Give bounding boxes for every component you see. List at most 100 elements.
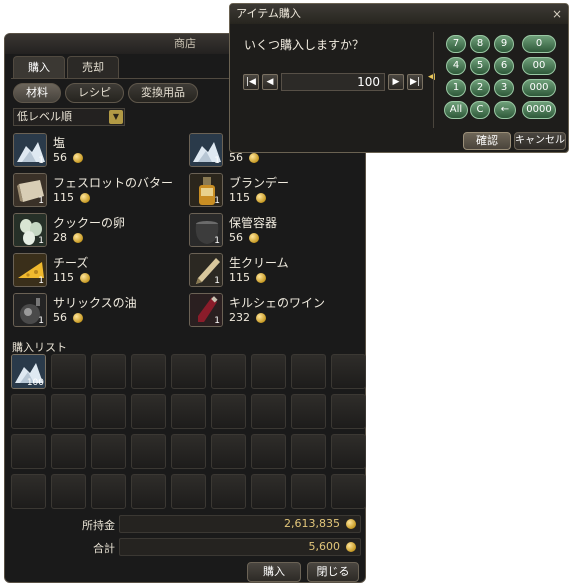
last-button[interactable]: ▶| bbox=[407, 74, 423, 90]
shop-item-brandy[interactable]: 1 ブランデー 115 bbox=[185, 171, 359, 209]
purchase-slot[interactable] bbox=[91, 394, 126, 429]
key-2[interactable]: 2 bbox=[470, 79, 490, 97]
key-5[interactable]: 5 bbox=[470, 57, 490, 75]
purchase-slot[interactable] bbox=[91, 474, 126, 509]
shop-item-cheese[interactable]: 1 チーズ 115 bbox=[9, 251, 183, 289]
close-icon[interactable]: × bbox=[552, 7, 562, 21]
key-8[interactable]: 8 bbox=[470, 35, 490, 53]
purchase-slot[interactable] bbox=[211, 474, 246, 509]
key-clear[interactable]: C bbox=[470, 101, 490, 119]
purchase-slot[interactable] bbox=[291, 474, 326, 509]
purchase-slot[interactable] bbox=[131, 474, 166, 509]
purchase-slot[interactable] bbox=[291, 434, 326, 469]
total-field: 5,600 bbox=[119, 538, 361, 556]
purchase-slot[interactable] bbox=[251, 394, 286, 429]
purchase-slot[interactable] bbox=[11, 434, 46, 469]
key-0000[interactable]: 0000 bbox=[522, 101, 556, 119]
purchase-slot[interactable] bbox=[131, 354, 166, 389]
wine-icon: 1 bbox=[189, 293, 223, 327]
subtab-recipes[interactable]: レシピ bbox=[65, 83, 124, 103]
purchase-slot[interactable] bbox=[11, 394, 46, 429]
item-name: ブランデー bbox=[229, 176, 290, 190]
coin-icon bbox=[80, 273, 90, 283]
key-1[interactable]: 1 bbox=[446, 79, 466, 97]
coin-icon bbox=[249, 233, 259, 243]
purchase-slot[interactable] bbox=[11, 474, 46, 509]
buy-button[interactable]: 購入 bbox=[247, 562, 301, 582]
purchase-slot[interactable] bbox=[171, 394, 206, 429]
cheese-icon: 1 bbox=[13, 253, 47, 287]
item-name: チーズ bbox=[53, 256, 89, 270]
key-all[interactable]: All bbox=[444, 101, 468, 119]
purchase-slot[interactable] bbox=[91, 354, 126, 389]
coin-icon bbox=[256, 193, 266, 203]
close-button[interactable]: 閉じる bbox=[307, 562, 359, 582]
purchase-slot[interactable] bbox=[291, 354, 326, 389]
purchase-slot[interactable] bbox=[51, 354, 86, 389]
shop-item-salt[interactable]: 1 塩 56 bbox=[9, 131, 183, 169]
money-value: 2,613,835 bbox=[284, 517, 340, 530]
sort-dropdown[interactable]: 低レベル順 ▼ bbox=[13, 108, 125, 126]
key-9[interactable]: 9 bbox=[494, 35, 514, 53]
purchase-slot[interactable] bbox=[291, 394, 326, 429]
key-4[interactable]: 4 bbox=[446, 57, 466, 75]
purchase-slot[interactable] bbox=[331, 394, 366, 429]
subtab-materials[interactable]: 材料 bbox=[13, 83, 61, 103]
item-price: 115 bbox=[229, 191, 266, 204]
item-price: 56 bbox=[229, 231, 259, 244]
butter-icon: 1 bbox=[13, 173, 47, 207]
coin-icon bbox=[80, 193, 90, 203]
purchase-slot[interactable] bbox=[211, 434, 246, 469]
shop-item-container[interactable]: 1 保管容器 56 bbox=[185, 211, 359, 249]
item-name: フェスロットのバター bbox=[53, 176, 174, 190]
purchase-slot-salt[interactable]: 100 bbox=[11, 354, 46, 389]
purchase-slot[interactable] bbox=[211, 394, 246, 429]
quantity-input[interactable]: 100 bbox=[281, 73, 385, 91]
key-0[interactable]: 0 bbox=[522, 35, 556, 53]
chevron-down-icon[interactable]: ▼ bbox=[109, 110, 123, 124]
key-00[interactable]: 00 bbox=[522, 57, 556, 75]
egg-icon: 1 bbox=[13, 213, 47, 247]
purchase-slot[interactable] bbox=[331, 434, 366, 469]
purchase-slot[interactable] bbox=[91, 434, 126, 469]
subtab-conversion[interactable]: 変換用品 bbox=[128, 83, 198, 103]
purchase-list-grid: 100 bbox=[11, 354, 366, 509]
shop-item-egg[interactable]: 1 クックーの卵 28 bbox=[9, 211, 183, 249]
purchase-slot[interactable] bbox=[51, 434, 86, 469]
tab-buy[interactable]: 購入 bbox=[13, 56, 65, 78]
shop-item-oil[interactable]: 1 サリックスの油 56 bbox=[9, 291, 183, 329]
shop-item-wine[interactable]: 1 キルシェのワイン 232 bbox=[185, 291, 359, 329]
shop-item-butter[interactable]: 1 フェスロットのバター 115 bbox=[9, 171, 183, 209]
item-price: 115 bbox=[229, 271, 266, 284]
purchase-slot[interactable] bbox=[211, 354, 246, 389]
key-000[interactable]: 000 bbox=[522, 79, 556, 97]
purchase-slot[interactable] bbox=[251, 354, 286, 389]
item-price: 115 bbox=[53, 191, 90, 204]
coin-icon bbox=[256, 313, 266, 323]
purchase-slot[interactable] bbox=[171, 474, 206, 509]
total-label: 合計 bbox=[93, 542, 115, 555]
prev-button[interactable]: ◀ bbox=[262, 74, 278, 90]
next-button[interactable]: ▶ bbox=[388, 74, 404, 90]
purchase-slot[interactable] bbox=[51, 474, 86, 509]
confirm-button[interactable]: 確認 bbox=[463, 132, 511, 150]
key-6[interactable]: 6 bbox=[494, 57, 514, 75]
purchase-slot[interactable] bbox=[51, 394, 86, 429]
purchase-slot[interactable] bbox=[171, 354, 206, 389]
shop-item-cream[interactable]: 1 生クリーム 115 bbox=[185, 251, 359, 289]
key-3[interactable]: 3 bbox=[494, 79, 514, 97]
coin-icon bbox=[73, 313, 83, 323]
key-backspace[interactable]: ← bbox=[494, 101, 516, 119]
key-7[interactable]: 7 bbox=[446, 35, 466, 53]
purchase-slot[interactable] bbox=[331, 354, 366, 389]
purchase-slot[interactable] bbox=[251, 474, 286, 509]
total-value: 5,600 bbox=[308, 540, 341, 553]
purchase-slot[interactable] bbox=[131, 394, 166, 429]
tab-sell[interactable]: 売却 bbox=[67, 56, 119, 78]
cancel-button[interactable]: キャンセル bbox=[514, 132, 566, 150]
purchase-slot[interactable] bbox=[251, 434, 286, 469]
purchase-slot[interactable] bbox=[171, 434, 206, 469]
first-button[interactable]: |◀ bbox=[243, 74, 259, 90]
purchase-slot[interactable] bbox=[331, 474, 366, 509]
purchase-slot[interactable] bbox=[131, 434, 166, 469]
